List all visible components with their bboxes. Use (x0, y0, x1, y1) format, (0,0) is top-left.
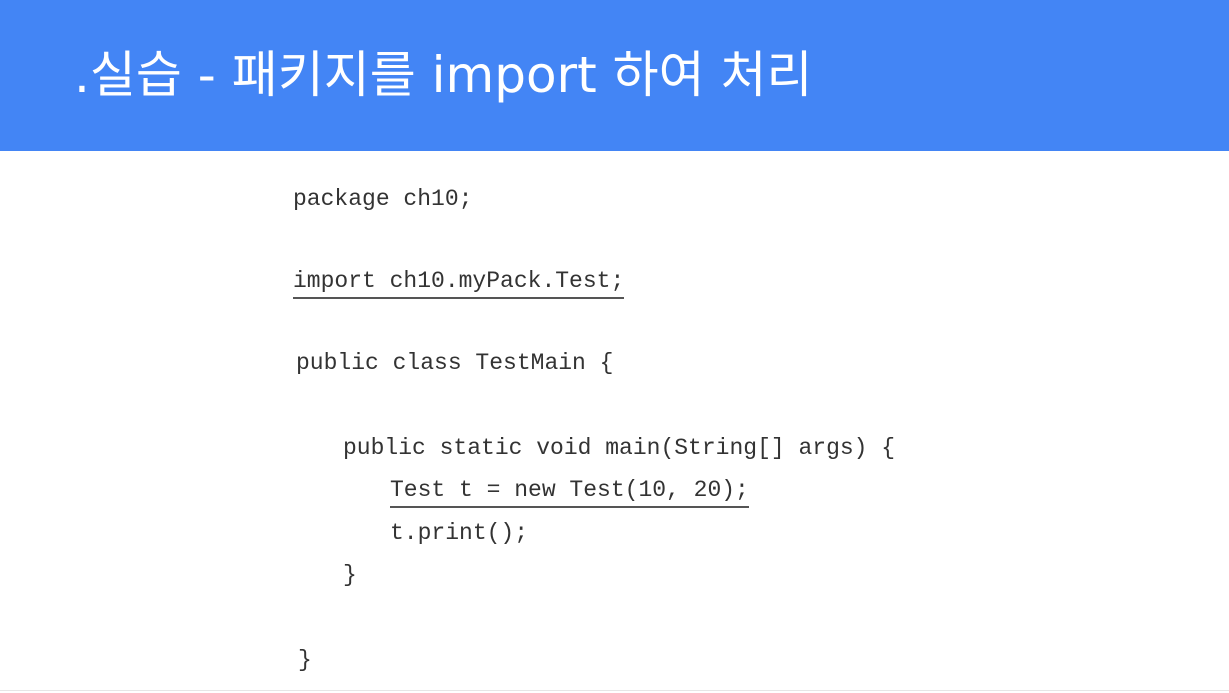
code-block: package ch10; import ch10.myPack.Test; p… (0, 0, 1229, 693)
code-line-package: package ch10; (293, 186, 473, 212)
code-line-new-test: Test t = new Test(10, 20); (390, 475, 749, 508)
code-line-class-close: } (298, 647, 312, 673)
code-line-import: import ch10.myPack.Test; (293, 266, 625, 299)
code-line-method-close: } (343, 562, 357, 588)
code-line-class-declaration: public class TestMain { (296, 350, 614, 376)
slide: .실습 - 패키지를 import 하여 처리 package ch10; im… (0, 0, 1229, 693)
footer-divider (0, 690, 1229, 691)
code-line-print-call: t.print(); (390, 520, 529, 546)
code-line-main-method: public static void main(String[] args) { (343, 435, 896, 461)
